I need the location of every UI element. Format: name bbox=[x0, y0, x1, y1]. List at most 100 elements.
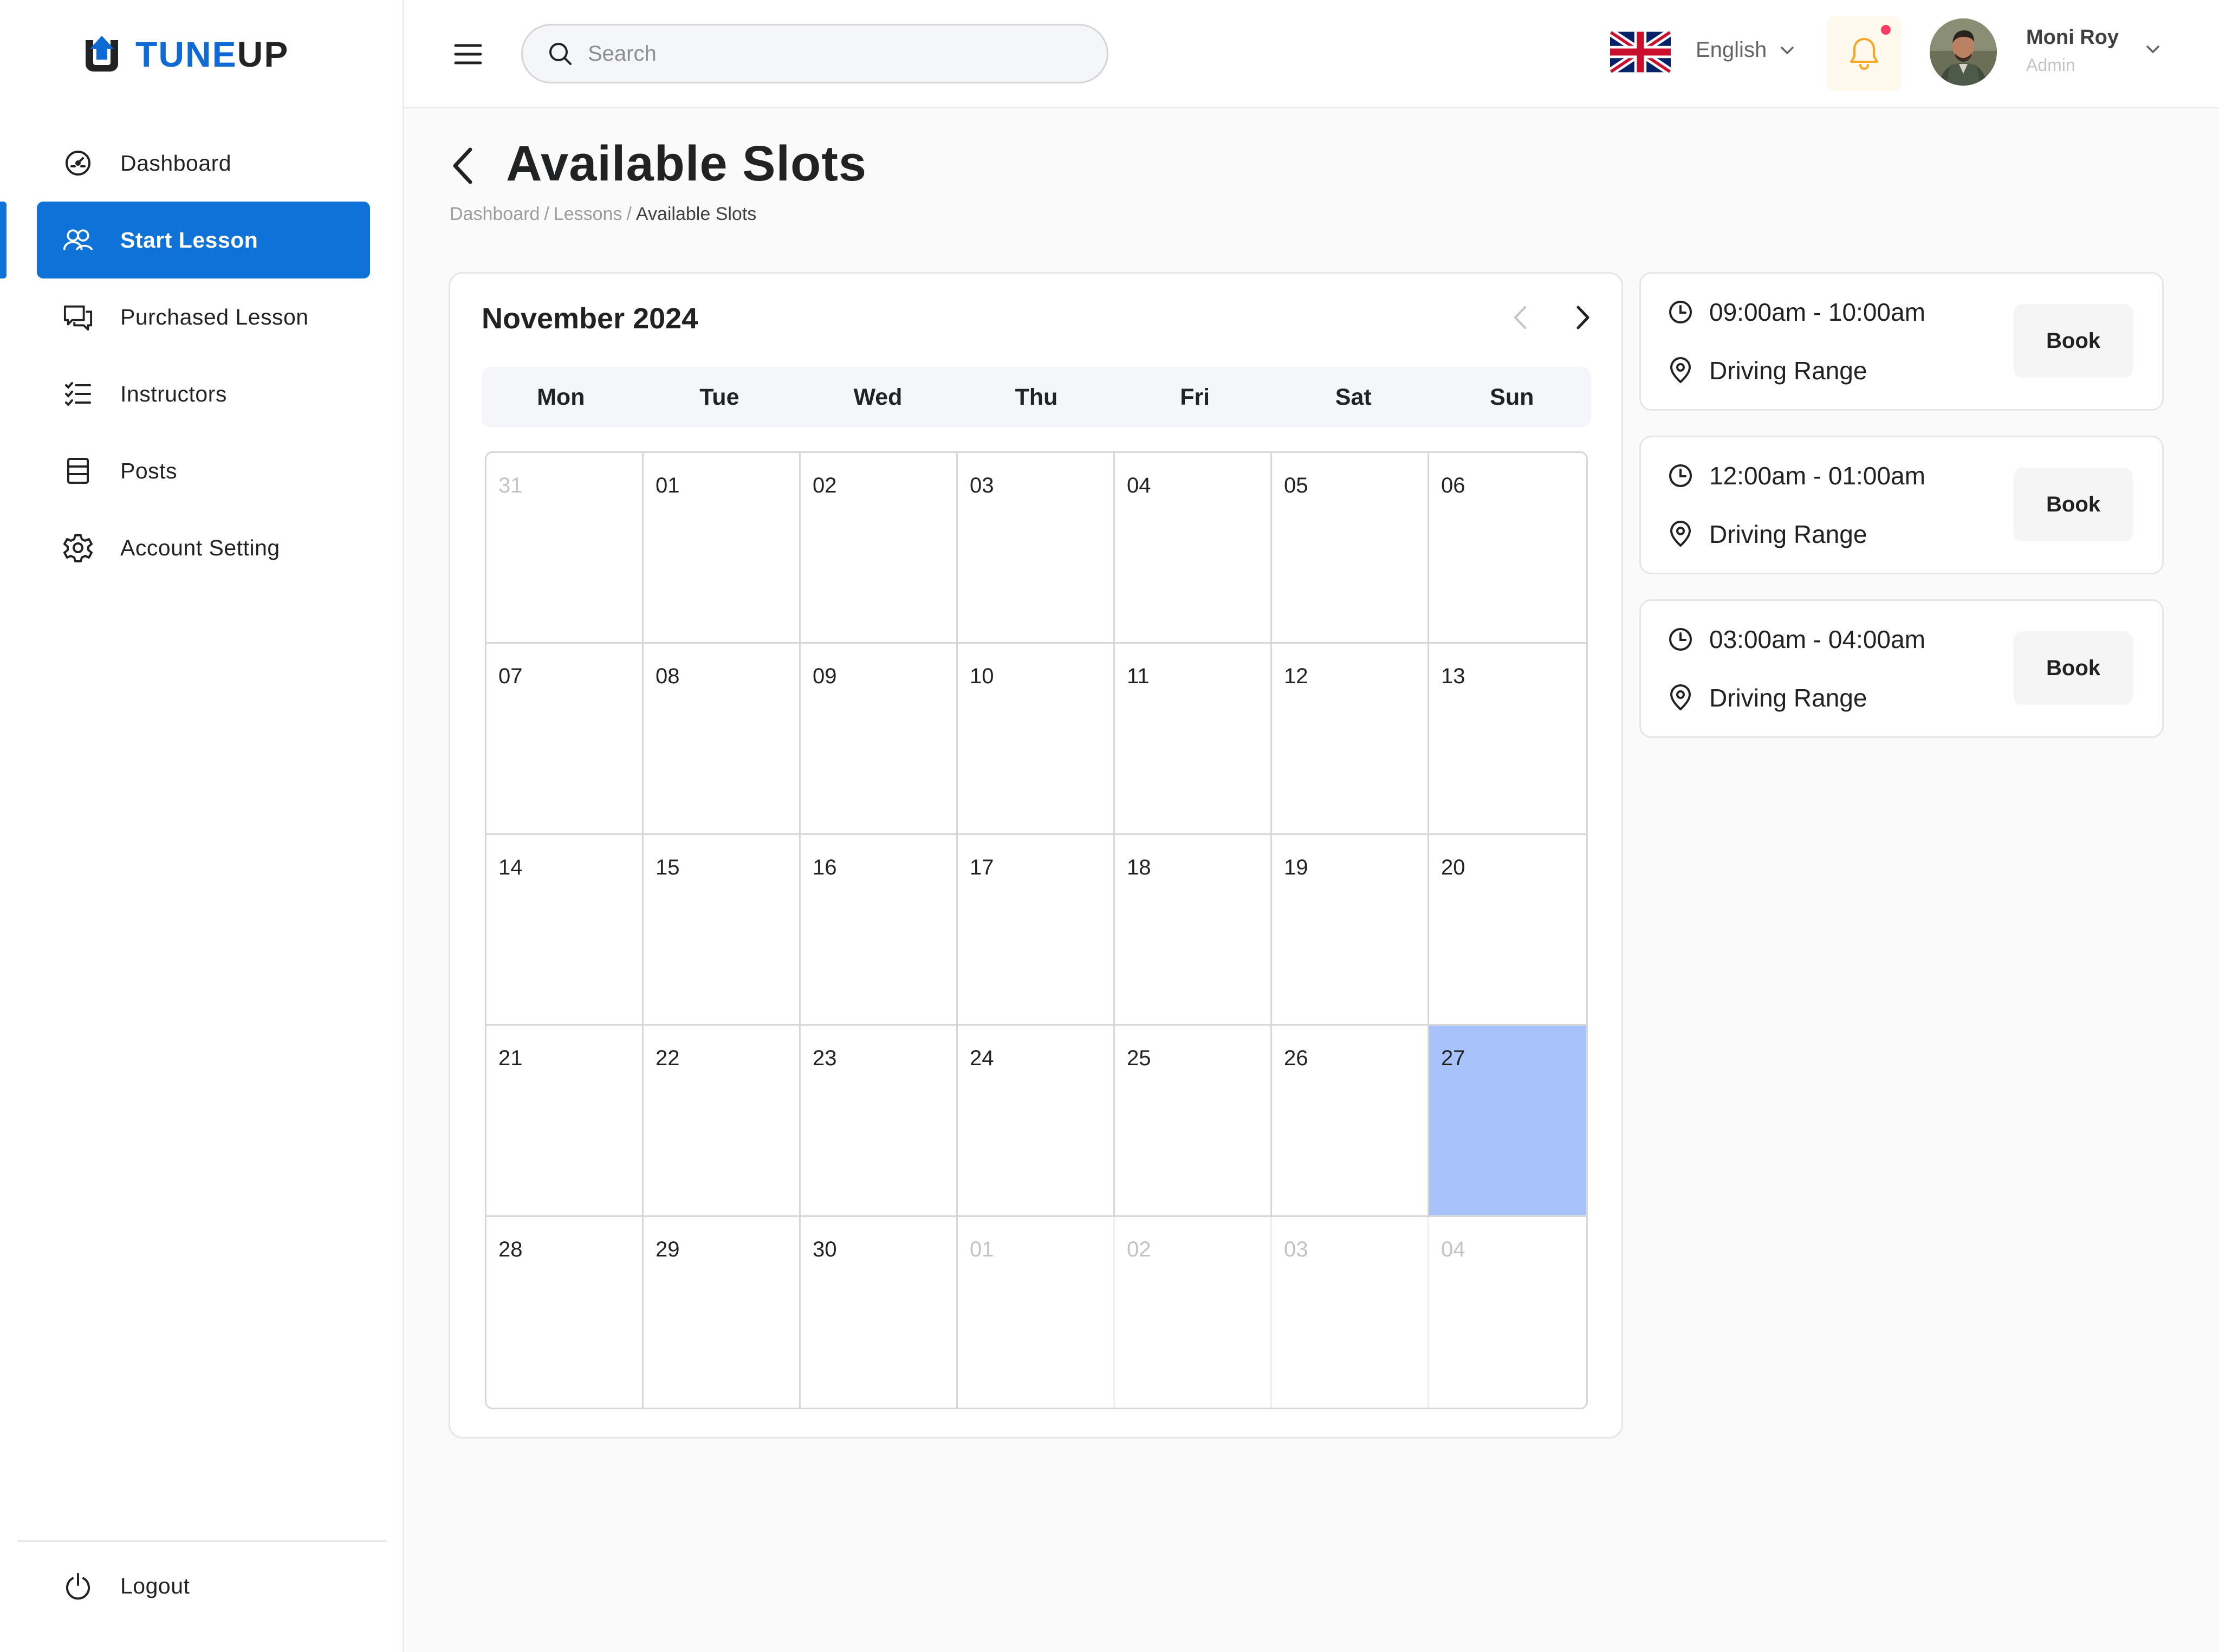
calendar-day[interactable]: 09 bbox=[801, 644, 958, 835]
slot-time: 03:00am - 04:00am bbox=[1709, 625, 1925, 653]
profile-menu-button[interactable] bbox=[2145, 44, 2160, 57]
breadcrumb-lessons[interactable]: Lessons bbox=[554, 204, 622, 224]
active-nav-marker bbox=[0, 202, 7, 278]
sidebar-item-instructors[interactable]: Instructors bbox=[37, 355, 370, 432]
sidebar-item-posts[interactable]: Posts bbox=[37, 432, 370, 509]
slot-card: 09:00am - 10:00am Driving Range Book bbox=[1639, 272, 2164, 411]
calendar-card: November 2024 Mon Tue Wed Thu Fri Sat Sun 31 01… bbox=[449, 272, 1623, 1439]
calendar-day[interactable]: 01 bbox=[958, 1216, 1115, 1408]
language-selector[interactable]: English bbox=[1696, 38, 1795, 62]
search-input[interactable] bbox=[588, 41, 1075, 66]
bell-icon bbox=[1850, 38, 1878, 70]
sidebar-item-start-lesson[interactable]: Start Lesson bbox=[37, 202, 370, 278]
weekday-label: Sun bbox=[1490, 384, 1534, 410]
back-button[interactable] bbox=[450, 145, 482, 189]
checklist-icon bbox=[63, 379, 93, 409]
sidebar-item-label: Start Lesson bbox=[120, 227, 258, 252]
slot-time: 09:00am - 10:00am bbox=[1709, 298, 1925, 326]
slot-time-row: 03:00am - 04:00am bbox=[1668, 625, 1925, 654]
book-button[interactable]: Book bbox=[2014, 468, 2133, 541]
calendar-day[interactable]: 10 bbox=[958, 644, 1115, 835]
weekday-label: Fri bbox=[1180, 384, 1210, 410]
users-icon bbox=[63, 225, 93, 255]
calendar-day[interactable]: 20 bbox=[1429, 835, 1586, 1026]
page-title: Available Slots bbox=[506, 136, 867, 191]
calendar-day[interactable]: 26 bbox=[1272, 1026, 1429, 1217]
calendar-day[interactable]: 03 bbox=[958, 453, 1115, 644]
sidebar-item-account-setting[interactable]: Account Setting bbox=[37, 509, 370, 586]
menu-toggle-button[interactable] bbox=[454, 42, 482, 66]
calendar-day[interactable]: 23 bbox=[801, 1026, 958, 1217]
calendar-day[interactable]: 12 bbox=[1272, 644, 1429, 835]
calendar-day[interactable]: 18 bbox=[1115, 834, 1272, 1026]
calendar-day[interactable]: 31 bbox=[486, 453, 644, 644]
weekday-label: Thu bbox=[1015, 384, 1058, 410]
breadcrumb-current: Available Slots bbox=[635, 204, 757, 224]
calendar-day[interactable]: 24 bbox=[958, 1026, 1115, 1217]
calendar-day[interactable]: 07 bbox=[486, 644, 644, 835]
calendar-day[interactable]: 08 bbox=[644, 644, 801, 835]
calendar-day[interactable]: 03 bbox=[1272, 1216, 1429, 1408]
clock-icon bbox=[1669, 301, 1692, 323]
calendar-day[interactable]: 25 bbox=[1115, 1026, 1272, 1217]
slot-time: 12:00am - 01:00am bbox=[1709, 462, 1925, 490]
chat-bubbles-icon bbox=[63, 302, 93, 332]
calendar-day[interactable]: 05 bbox=[1272, 453, 1429, 644]
slot-time-row: 12:00am - 01:00am bbox=[1668, 461, 1925, 490]
calendar-day[interactable]: 04 bbox=[1429, 1217, 1586, 1408]
notifications-button[interactable] bbox=[1827, 16, 1902, 91]
calendar-day[interactable]: 19 bbox=[1272, 834, 1429, 1026]
book-button[interactable]: Book bbox=[2014, 304, 2133, 378]
sidebar-divider bbox=[17, 1540, 387, 1542]
chevron-down-icon bbox=[2146, 46, 2159, 53]
slot-location-row: Driving Range bbox=[1668, 520, 1867, 549]
slot-location: Driving Range bbox=[1709, 357, 1867, 385]
calendar-grid: 31 01 02 03 04 05 06 07 08 09 10 11 12 13 14 15 16 17 18 19… bbox=[485, 451, 1588, 1409]
logout-label: Logout bbox=[120, 1573, 190, 1598]
clock-icon bbox=[1669, 628, 1692, 651]
avatar[interactable] bbox=[1930, 18, 1997, 86]
sidebar-item-purchased-lesson[interactable]: Purchased Lesson bbox=[37, 278, 370, 355]
previous-month-button[interactable] bbox=[1512, 304, 1528, 334]
calendar-day[interactable]: 15 bbox=[644, 834, 801, 1026]
dashboard-gauge-icon bbox=[63, 148, 93, 178]
calendar-day[interactable]: 04 bbox=[1115, 453, 1272, 644]
calendar-day[interactable]: 01 bbox=[644, 453, 801, 644]
breadcrumb: Dashboard / Lessons / Available Slots bbox=[450, 204, 757, 224]
calendar-day[interactable]: 14 bbox=[486, 834, 644, 1026]
weekday-label: Sat bbox=[1335, 384, 1372, 410]
calendar-day[interactable]: 06 bbox=[1429, 453, 1586, 644]
top-header: English Moni Roy Admin bbox=[404, 0, 2219, 108]
breadcrumb-dashboard[interactable]: Dashboard bbox=[450, 204, 540, 224]
calendar-day[interactable]: 02 bbox=[1115, 1216, 1272, 1408]
chevron-left-icon bbox=[1514, 306, 1526, 329]
calendar-day[interactable]: 28 bbox=[486, 1216, 644, 1408]
calendar-day[interactable]: 02 bbox=[801, 453, 958, 644]
sidebar-item-label: Account Setting bbox=[120, 535, 280, 560]
next-month-button[interactable] bbox=[1575, 304, 1591, 334]
hamburger-icon bbox=[454, 44, 482, 64]
search-bar[interactable] bbox=[521, 24, 1108, 83]
power-icon bbox=[63, 1571, 93, 1601]
chevron-down-icon bbox=[1781, 46, 1794, 54]
calendar-day[interactable]: 22 bbox=[644, 1026, 801, 1217]
calendar-day-selected[interactable]: 27 bbox=[1429, 1026, 1586, 1217]
location-pin-icon bbox=[1670, 357, 1691, 383]
calendar-day[interactable]: 17 bbox=[958, 834, 1115, 1026]
logout-button[interactable]: Logout bbox=[37, 1547, 370, 1624]
slot-card: 03:00am - 04:00am Driving Range Book bbox=[1639, 599, 2164, 738]
calendar-day[interactable]: 29 bbox=[644, 1216, 801, 1408]
slot-time-row: 09:00am - 10:00am bbox=[1668, 297, 1925, 327]
weekday-label: Tue bbox=[699, 384, 739, 410]
brand-logo[interactable]: TUNEUP bbox=[82, 34, 289, 75]
location-pin-icon bbox=[1670, 521, 1691, 547]
calendar-day[interactable]: 21 bbox=[486, 1026, 644, 1217]
weekday-header: Mon Tue Wed Thu Fri Sat Sun bbox=[482, 367, 1591, 427]
calendar-day[interactable]: 13 bbox=[1429, 644, 1586, 835]
calendar-day[interactable]: 16 bbox=[801, 834, 958, 1026]
tuneup-logo-icon bbox=[86, 36, 118, 72]
sidebar-item-dashboard[interactable]: Dashboard bbox=[37, 125, 370, 202]
book-button[interactable]: Book bbox=[2014, 631, 2133, 705]
calendar-day[interactable]: 11 bbox=[1115, 644, 1272, 835]
calendar-day[interactable]: 30 bbox=[801, 1216, 958, 1408]
